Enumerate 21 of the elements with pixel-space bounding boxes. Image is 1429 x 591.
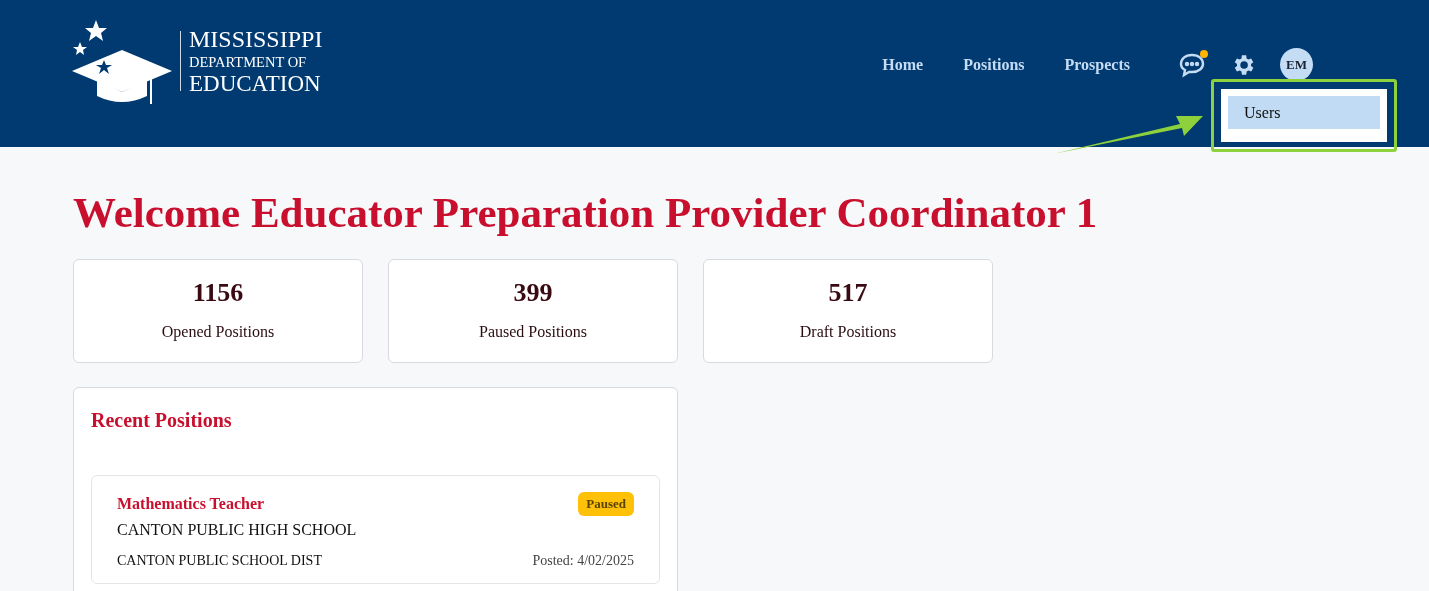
section-title: Recent Positions (91, 408, 233, 433)
chat-icon[interactable] (1178, 51, 1206, 78)
department-logo-text: MISSISSIPPI DEPARTMENT OF EDUCATION (189, 27, 323, 95)
nav-link[interactable]: Prospects (1064, 52, 1130, 77)
stat-value: 517 (828, 280, 868, 306)
stat-value: 1156 (192, 280, 244, 306)
dropdown-item[interactable]: Users (1228, 96, 1380, 129)
nav-link[interactable]: Positions (963, 52, 1025, 77)
stat-label: Opened Positions (161, 322, 275, 343)
district-name: CANTON PUBLIC SCHOOL DIST (117, 552, 322, 570)
posted-date: Posted: 4/02/2025 (532, 552, 634, 570)
user-avatar[interactable]: EM (1280, 48, 1313, 81)
stat-label: Draft Positions (799, 322, 897, 342)
position-card[interactable]: Mathematics Teacher Paused CANTON PUBLIC HIGH SCHOOL CANTON PUBLIC SCHOOL DIST Posted: 4/02/2025 (91, 475, 660, 584)
school-name: CANTON PUBLIC HIGH SCHOOL (117, 520, 358, 540)
stat-label: Paused Positions (479, 322, 587, 342)
stat-value: 399 (513, 280, 553, 306)
welcome-heading: Welcome Educator Preparation Provider Coordinator 1 (73, 191, 1099, 234)
nav-link[interactable]: Home (882, 52, 924, 77)
status-badge: Paused (578, 492, 634, 516)
position-title: Mathematics Teacher (117, 494, 265, 514)
